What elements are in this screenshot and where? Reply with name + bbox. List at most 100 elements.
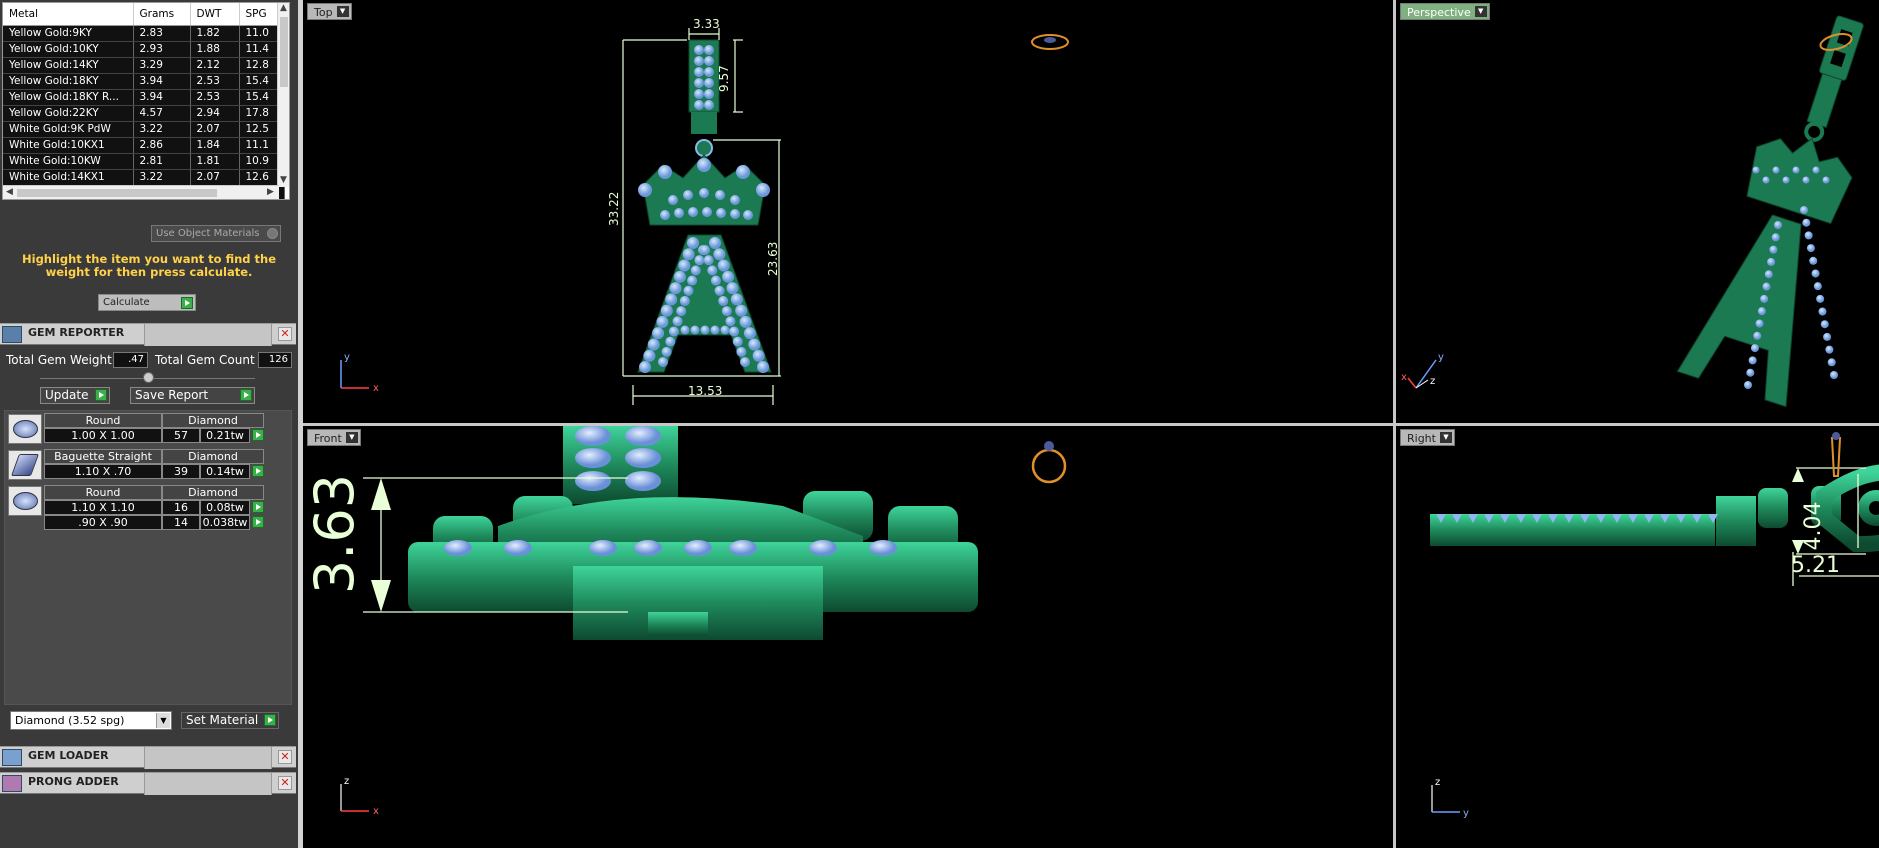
prong-adder-header[interactable]: PRONG ADDER ✕ bbox=[0, 772, 296, 795]
gem-count: 16 bbox=[162, 500, 200, 515]
chevron-down-icon[interactable]: ▼ bbox=[1474, 6, 1487, 17]
baguette-gem-icon[interactable] bbox=[8, 450, 42, 480]
gem-reporter-icon bbox=[2, 326, 22, 343]
axis-y-label: y bbox=[344, 352, 350, 363]
chevron-down-icon[interactable]: ▼ bbox=[156, 713, 170, 728]
round-gem-icon[interactable] bbox=[8, 414, 42, 444]
h-scroll-thumb[interactable] bbox=[17, 189, 217, 197]
close-icon[interactable]: ✕ bbox=[278, 750, 292, 764]
bail-link bbox=[691, 112, 717, 134]
gem-dot bbox=[1771, 233, 1780, 242]
gem-dot bbox=[1820, 320, 1829, 329]
select-gem-button[interactable] bbox=[252, 516, 264, 528]
col-metal[interactable]: Metal bbox=[3, 3, 134, 26]
table-row[interactable]: White Gold:14KX1 3.22 2.07 12.6 bbox=[3, 169, 285, 186]
gem-dot bbox=[713, 248, 726, 261]
gem-size-row[interactable]: 1.00 X 1.00 57 0.21tw bbox=[44, 428, 264, 443]
scroll-right-icon[interactable]: ▶ bbox=[267, 187, 274, 197]
gem-dot bbox=[504, 540, 532, 556]
select-gem-button[interactable] bbox=[252, 429, 264, 441]
table-row[interactable]: Yellow Gold:10KY 2.93 1.88 11.4 bbox=[3, 41, 285, 58]
gem-material: Diamond bbox=[162, 413, 264, 428]
gem-dot bbox=[748, 338, 761, 351]
save-report-label: Save Report bbox=[135, 388, 209, 402]
bottom-tab bbox=[648, 612, 708, 636]
axis-x-label: x bbox=[373, 383, 379, 394]
close-icon[interactable]: ✕ bbox=[278, 776, 292, 790]
axis-gizmo bbox=[1431, 785, 1460, 813]
select-gem-button[interactable] bbox=[252, 465, 264, 477]
gem-loader-header[interactable]: GEM LOADER ✕ bbox=[0, 746, 296, 769]
gem-dot bbox=[444, 540, 472, 556]
gem-count: 57 bbox=[162, 428, 200, 443]
viewport-right[interactable]: 4.04 5.21 z y Right ▼ bbox=[1396, 426, 1879, 848]
gem-dot bbox=[656, 315, 669, 328]
scroll-down-icon[interactable]: ▼ bbox=[280, 175, 287, 185]
gem-shape-icon bbox=[10, 454, 40, 476]
gem-count: 39 bbox=[162, 464, 200, 479]
chevron-down-icon[interactable]: ▼ bbox=[336, 6, 349, 17]
scroll-thumb[interactable] bbox=[280, 17, 288, 87]
ring-view-icon[interactable] bbox=[1031, 34, 1069, 50]
gem-size-row[interactable]: .90 X .90 14 0.038tw bbox=[44, 515, 264, 530]
gem-dot bbox=[639, 361, 651, 373]
calculate-hint: Highlight the item you want to find the … bbox=[22, 252, 276, 279]
gem-dot bbox=[752, 349, 765, 362]
table-row[interactable]: White Gold:9K PdW 3.22 2.07 12.5 bbox=[3, 121, 285, 138]
horizontal-scrollbar[interactable]: ◀ ▶ bbox=[3, 185, 279, 199]
gem-shape: Round bbox=[44, 485, 162, 500]
metal-weight-table[interactable]: Metal Grams DWT SPG Yellow Gold:9KY 2.83 1… bbox=[2, 2, 290, 200]
table-cell: Yellow Gold:9KY bbox=[3, 25, 134, 42]
splitter-handle[interactable] bbox=[143, 372, 154, 383]
save-report-button[interactable]: Save Report bbox=[130, 387, 255, 404]
round-gem-icon[interactable] bbox=[8, 486, 42, 516]
perspective-view-canvas: y x z bbox=[1401, 15, 1864, 408]
gem-dot bbox=[725, 316, 736, 327]
crown-ball-side bbox=[1758, 488, 1788, 528]
bail-shape bbox=[688, 39, 720, 113]
arrow-head bbox=[371, 478, 391, 510]
gem-size-row[interactable]: 1.10 X 1.10 16 0.08tw bbox=[44, 500, 264, 515]
set-material-button[interactable]: Set Material bbox=[181, 712, 279, 729]
viewport-perspective[interactable]: y x z Perspective ▼ bbox=[1396, 0, 1879, 423]
table-cell: 1.81 bbox=[190, 153, 240, 170]
table-row[interactable]: Yellow Gold:18KY R... 3.94 2.53 15.4 bbox=[3, 89, 285, 106]
table-row[interactable]: White Gold:10KW 2.81 1.81 10.9 bbox=[3, 153, 285, 170]
vertical-scrollbar[interactable]: ▲ ▼ bbox=[277, 3, 289, 187]
viewport-front[interactable]: 3.63 z x Front ▼ bbox=[303, 426, 1393, 848]
tab-front[interactable]: Front ▼ bbox=[307, 429, 361, 446]
col-grams[interactable]: Grams bbox=[133, 3, 191, 26]
table-row[interactable]: Yellow Gold:18KY 3.94 2.53 15.4 bbox=[3, 73, 285, 90]
gem-shape: Baguette Straight bbox=[44, 449, 162, 464]
select-gem-button[interactable] bbox=[252, 501, 264, 513]
use-object-materials-button[interactable]: Use Object Materials bbox=[151, 225, 281, 242]
chevron-down-icon[interactable]: ▼ bbox=[345, 432, 358, 443]
scroll-left-icon[interactable]: ◀ bbox=[6, 187, 13, 197]
table-row[interactable]: White Gold:10KX1 2.86 1.84 11.1 bbox=[3, 137, 285, 154]
tab-perspective[interactable]: Perspective ▼ bbox=[1400, 3, 1490, 20]
tab-right[interactable]: Right ▼ bbox=[1400, 429, 1455, 446]
table-row[interactable]: Yellow Gold:14KY 3.29 2.12 12.8 bbox=[3, 57, 285, 74]
ring-side-icon[interactable] bbox=[1830, 432, 1842, 477]
table-row[interactable]: Yellow Gold:9KY 2.83 1.82 11.0 bbox=[3, 25, 285, 42]
tab-top[interactable]: Top ▼ bbox=[307, 3, 352, 20]
table-cell: 2.53 bbox=[190, 89, 240, 106]
table-row[interactable]: Yellow Gold:22KY 4.57 2.94 17.8 bbox=[3, 105, 285, 122]
calculate-button[interactable]: Calculate bbox=[98, 294, 196, 311]
col-dwt[interactable]: DWT bbox=[190, 3, 240, 26]
table-cell: White Gold:9K PdW bbox=[3, 121, 134, 138]
material-select[interactable]: Diamond (3.52 spg) ▼ bbox=[10, 711, 172, 730]
dim-thickness: 3.63 bbox=[303, 474, 366, 594]
scroll-up-icon[interactable]: ▲ bbox=[280, 3, 287, 13]
ring-front-icon[interactable] bbox=[1031, 441, 1067, 484]
letter-a-shape bbox=[637, 234, 772, 373]
update-button[interactable]: Update bbox=[40, 387, 110, 404]
viewport-top[interactable]: 3.33 9.57 33.22 23.63 13.53 y x Top ▼ bbox=[303, 0, 1393, 423]
gem-carat-weight: 0.08tw bbox=[200, 500, 250, 515]
chevron-down-icon[interactable]: ▼ bbox=[1439, 432, 1452, 443]
close-icon[interactable]: ✕ bbox=[278, 327, 292, 341]
gem-dot bbox=[707, 265, 718, 276]
gem-reporter-header[interactable]: GEM REPORTER ✕ bbox=[0, 323, 296, 346]
tab-right-label: Right bbox=[1407, 432, 1436, 445]
gem-size-row[interactable]: 1.10 X .70 39 0.14tw bbox=[44, 464, 264, 479]
